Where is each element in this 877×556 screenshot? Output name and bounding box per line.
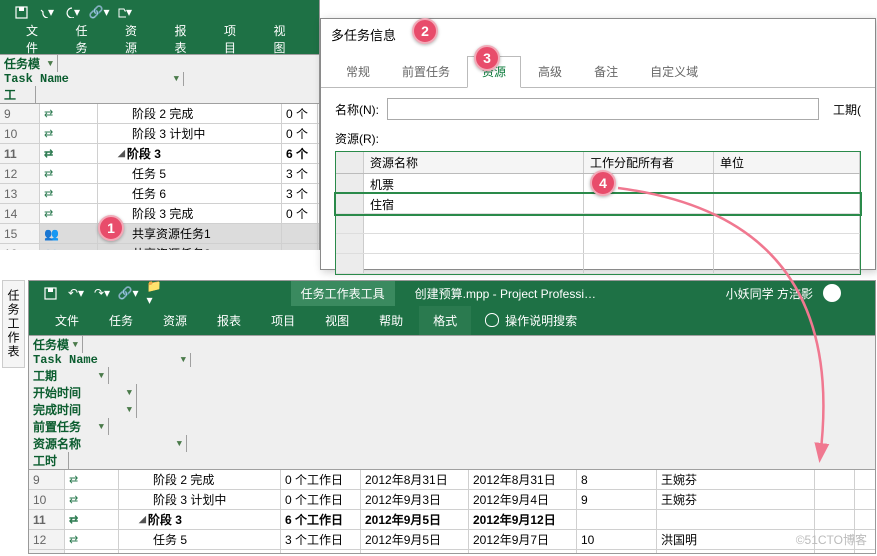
col-dur[interactable]: 工 (4, 86, 16, 103)
dialog-tab[interactable]: 高级 (523, 56, 577, 87)
dialog-tab[interactable]: 常规 (331, 56, 385, 87)
name-label: 名称(N): (335, 101, 379, 118)
dur-label: 工期( (833, 101, 861, 118)
tab-format[interactable]: 格式 (419, 306, 471, 335)
table-row[interactable]: 11 ⇄ ◢阶段 3 6 个 (0, 144, 319, 164)
col-mode[interactable]: 任务模 (4, 55, 40, 72)
bulb-icon (485, 313, 499, 327)
resource-row[interactable]: 住宿 (336, 194, 860, 214)
save-icon[interactable] (43, 286, 57, 300)
callout-1: 1 (98, 215, 124, 241)
tab-view[interactable]: 视图 (311, 306, 363, 335)
file-title: 创建预算.mpp - Project Professi… (415, 285, 596, 302)
callout-2: 2 (412, 18, 438, 44)
tell-me-search[interactable]: 操作说明搜索 (473, 306, 589, 335)
dialog-tab[interactable]: 备注 (579, 56, 633, 87)
table-row[interactable]: 10 ⇄ 阶段 3 计划中 0 个 (0, 124, 319, 144)
table-row[interactable]: 9 ⇄ 阶段 2 完成 0 个工作日 2012年8月31日 2012年8月31日… (29, 470, 875, 490)
gantt-grid-bottom: 任务模▼ Task Name▼ 工期▼ 开始时间▼ 完成时间▼ 前置任务▼ 资源… (29, 335, 875, 554)
ribbon-top: ▾ ▾ 🔗▾ ▾ 文件 任务 资源 报表 项目 视图 (0, 0, 319, 54)
table-row[interactable]: 15 👥 共享资源任务1 (0, 224, 319, 244)
res-label: 资源(R): (335, 130, 861, 147)
tab-help[interactable]: 帮助 (365, 306, 417, 335)
tab-report[interactable]: 报表 (203, 306, 255, 335)
folder-icon[interactable]: 📁▾ (147, 286, 161, 300)
table-row[interactable]: 13 ⇄ 任务 6 3 个工作日 2012年9月10日 2012年9月12日 1… (29, 550, 875, 554)
table-row[interactable]: 14 ⇄ 阶段 3 完成 0 个 (0, 204, 319, 224)
grid-header: 任务模▼ Task Name▼ 工 (0, 55, 319, 104)
callout-3: 3 (474, 45, 500, 71)
bottom-window: ↶▾ ↷▾ 🔗▾ 📁▾ 任务工作表工具 创建预算.mpp - Project P… (28, 280, 876, 554)
table-row[interactable]: 16 👥 共享资源任务2 (0, 244, 319, 250)
table-row[interactable]: 13 ⇄ 任务 6 3 个 (0, 184, 319, 204)
watermark: ©51CTO博客 (796, 531, 867, 548)
tab-resource[interactable]: 资源 (149, 306, 201, 335)
dialog-tab[interactable]: 前置任务 (387, 56, 465, 87)
dialog-tab[interactable]: 自定义域 (635, 56, 713, 87)
table-row[interactable]: 9 ⇄ 阶段 2 完成 0 个 (0, 104, 319, 124)
redo-icon[interactable]: ↷▾ (95, 286, 109, 300)
tab-file[interactable]: 文件 (41, 306, 93, 335)
rescol-name[interactable]: 资源名称 (364, 152, 584, 173)
resource-grid[interactable]: 资源名称 工作分配所有者 单位 机票住宿 (335, 151, 861, 275)
sheet-tab-vertical[interactable]: 任务工作表 (2, 280, 25, 368)
table-row[interactable]: 12 ⇄ 任务 5 3 个工作日 2012年9月5日 2012年9月7日 10 … (29, 530, 875, 550)
rescol-unit[interactable]: 单位 (714, 152, 860, 173)
tab-project[interactable]: 项目 (257, 306, 309, 335)
table-row[interactable]: 11 ⇄ ◢阶段 3 6 个工作日 2012年9月5日 2012年9月12日 (29, 510, 875, 530)
ribbon-bottom: ↶▾ ↷▾ 🔗▾ 📁▾ 任务工作表工具 创建预算.mpp - Project P… (29, 281, 875, 335)
col-name[interactable]: Task Name (4, 72, 69, 86)
tab-task[interactable]: 任务 (95, 306, 147, 335)
dialog-tabs: 常规前置任务资源高级备注自定义域 (321, 56, 875, 88)
table-row[interactable]: 12 ⇄ 任务 5 3 个 (0, 164, 319, 184)
table-row[interactable]: 10 ⇄ 阶段 3 计划中 0 个工作日 2012年9月3日 2012年9月4日… (29, 490, 875, 510)
task-info-dialog: 多任务信息 常规前置任务资源高级备注自定义域 名称(N): 工期( 资源(R):… (320, 18, 876, 270)
name-input[interactable] (387, 98, 819, 120)
undo-icon[interactable]: ↶▾ (69, 286, 83, 300)
user-name[interactable]: 小妖同学 方洁影 (726, 285, 813, 302)
link-icon[interactable]: 🔗▾ (121, 286, 135, 300)
dialog-title: 多任务信息 (321, 19, 875, 50)
gantt-grid-top: 任务模▼ Task Name▼ 工 9 ⇄ 阶段 2 完成 0 个 10 ⇄ 阶… (0, 54, 319, 250)
avatar-icon[interactable] (823, 284, 841, 302)
top-window: ▾ ▾ 🔗▾ ▾ 文件 任务 资源 报表 项目 视图 任务模▼ Task Nam… (0, 0, 320, 250)
callout-4: 4 (590, 170, 616, 196)
